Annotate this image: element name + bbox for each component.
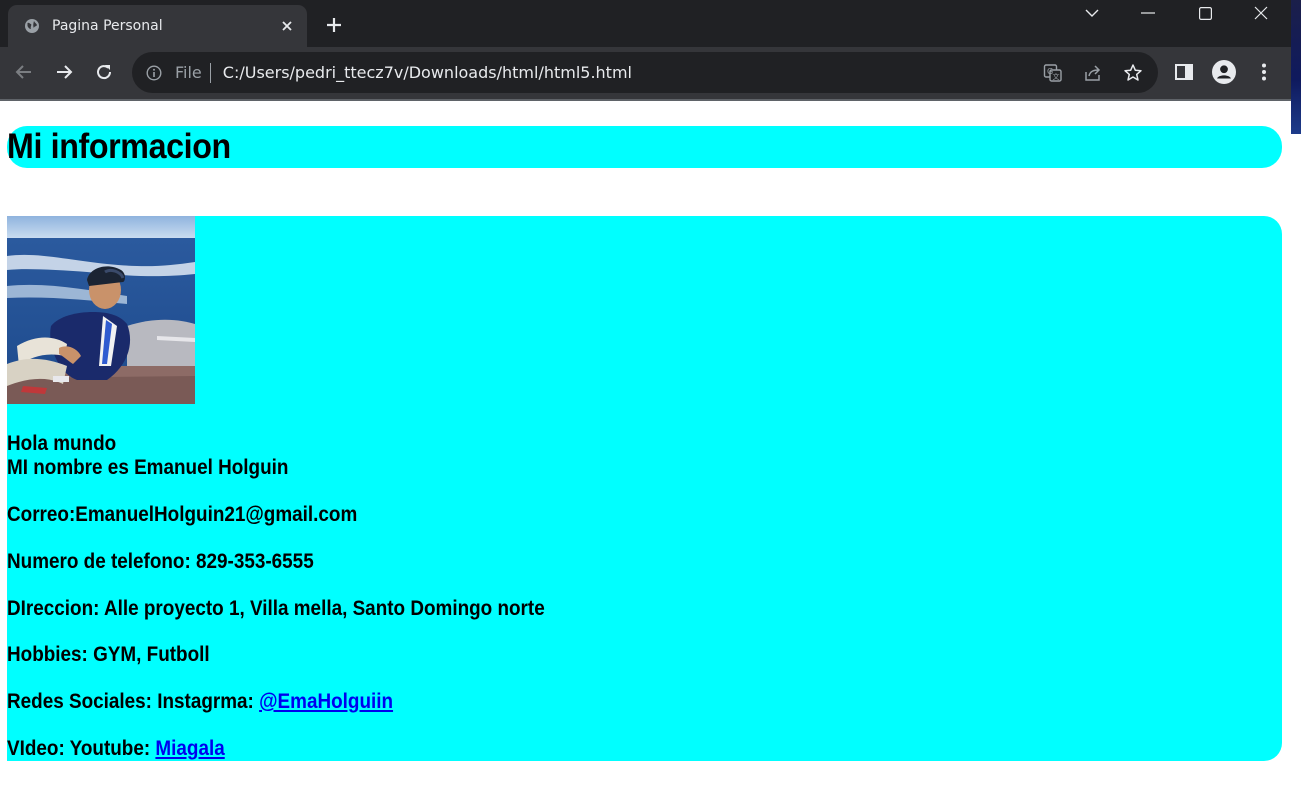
greeting-text: Hola mundo	[7, 432, 117, 455]
side-panel-icon[interactable]	[1172, 60, 1196, 84]
maximize-button[interactable]	[1177, 0, 1233, 26]
desktop-edge	[1291, 0, 1301, 796]
video-label: VIdeo: Youtube:	[7, 737, 156, 760]
reload-button[interactable]	[92, 60, 116, 84]
omnibox-divider	[209, 62, 211, 83]
email-text: Correo:EmanuelHolguin21@gmail.com	[7, 503, 358, 526]
globe-icon	[24, 18, 40, 34]
translate-icon[interactable]: G文	[1042, 62, 1064, 84]
info-icon[interactable]	[146, 64, 162, 81]
close-tab-icon[interactable]	[279, 18, 295, 34]
address-text: DIreccion: Alle proyecto 1, Villa mella,…	[7, 597, 545, 620]
name-text: MI nombre es Emanuel Holguin	[7, 456, 289, 479]
web-page: Mi informacion Hola mundo MI nombre es E…	[0, 101, 1291, 796]
url-text[interactable]: C:/Users/pedri_ttecz7v/Downloads/html/ht…	[223, 63, 632, 82]
social-label: Redes Sociales: Instagrma:	[7, 690, 260, 713]
header-section: Mi informacion	[7, 126, 1282, 168]
profile-photo	[7, 216, 195, 404]
phone-text: Numero de telefono: 829-353-6555	[7, 550, 314, 573]
tab-search-button[interactable]	[1064, 0, 1120, 26]
browser-toolbar: File C:/Users/pedri_ttecz7v/Downloads/ht…	[0, 47, 1291, 99]
address-bar[interactable]: File C:/Users/pedri_ttecz7v/Downloads/ht…	[132, 52, 1158, 93]
bookmark-star-icon[interactable]	[1122, 62, 1144, 84]
social-line: Redes Sociales: Instagrma: @EmaHolguiin	[7, 690, 393, 714]
forward-button[interactable]	[52, 60, 76, 84]
scheme-label: File	[175, 63, 202, 82]
share-icon[interactable]	[1082, 62, 1104, 84]
browser-titlebar: Pagina Personal	[0, 0, 1291, 47]
close-window-button[interactable]	[1233, 0, 1289, 26]
youtube-link[interactable]: Miagala	[155, 737, 224, 760]
desktop-wallpaper-edge	[1291, 0, 1301, 134]
instagram-link[interactable]: @EmaHolguiin	[259, 690, 393, 713]
tab-title: Pagina Personal	[52, 18, 163, 34]
video-line: VIdeo: Youtube: Miagala	[7, 737, 225, 761]
back-button[interactable]	[12, 60, 36, 84]
minimize-button[interactable]	[1120, 0, 1176, 26]
svg-text:文: 文	[1053, 72, 1060, 81]
new-tab-button[interactable]	[323, 14, 345, 36]
more-menu-icon[interactable]	[1252, 60, 1276, 84]
page-title: Mi informacion	[7, 127, 231, 166]
browser-tab[interactable]: Pagina Personal	[8, 5, 307, 47]
profile-avatar-icon[interactable]	[1212, 60, 1236, 84]
info-section: Hola mundo MI nombre es Emanuel Holguin …	[7, 216, 1282, 761]
hobbies-text: Hobbies: GYM, Futboll	[7, 643, 210, 666]
